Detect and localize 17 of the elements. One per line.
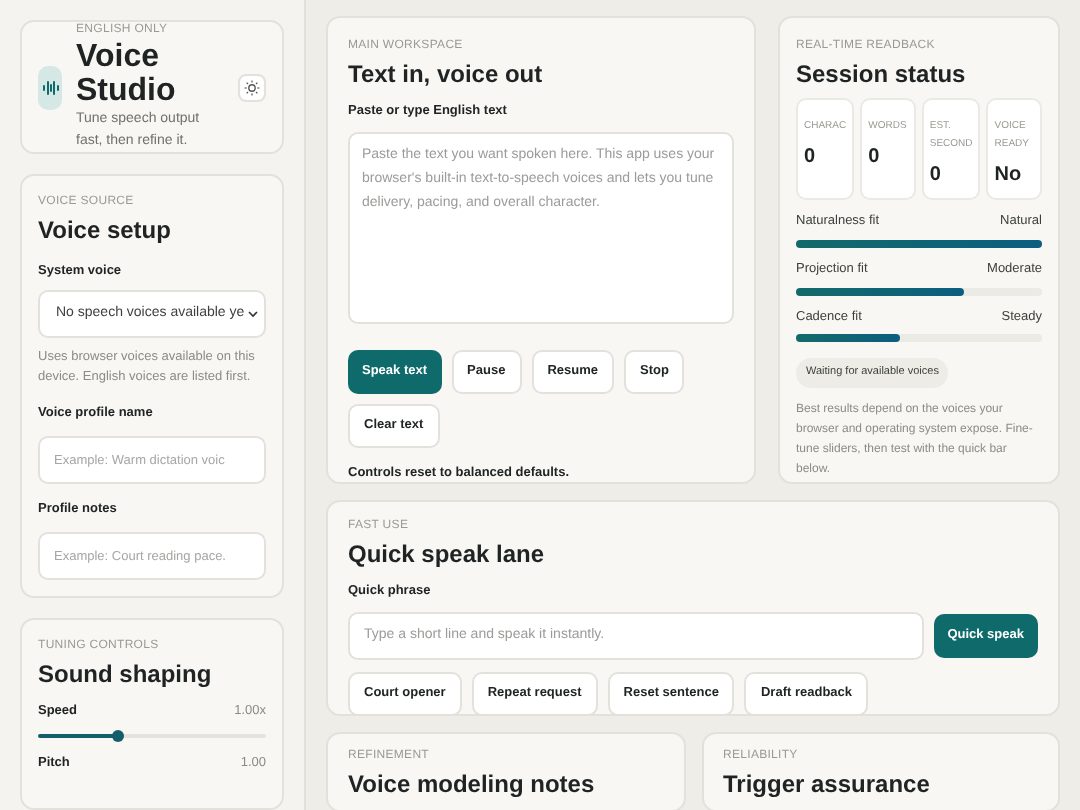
section-title: Text in, voice out [348,60,545,90]
section-title: Voice modeling notes [348,770,597,800]
section-title: Trigger assurance [723,770,932,800]
section-title: Quick speak lane [348,540,547,570]
section-title: Session status [796,60,968,90]
stat-value: 0 [929,162,943,190]
sun-icon [244,79,260,95]
stat-value: 0 [804,144,818,172]
caret-icon [248,309,258,318]
stat-value: No [994,162,1024,190]
app-title: Voice Studio [76,40,178,108]
slider-thumb[interactable] [111,730,124,742]
stat-value: 0 [868,144,882,172]
section-title: Voice setup [38,216,173,246]
waveform-icon [38,65,62,109]
section-title: Sound shaping [38,660,214,691]
theme-toggle-button[interactable] [238,73,266,101]
